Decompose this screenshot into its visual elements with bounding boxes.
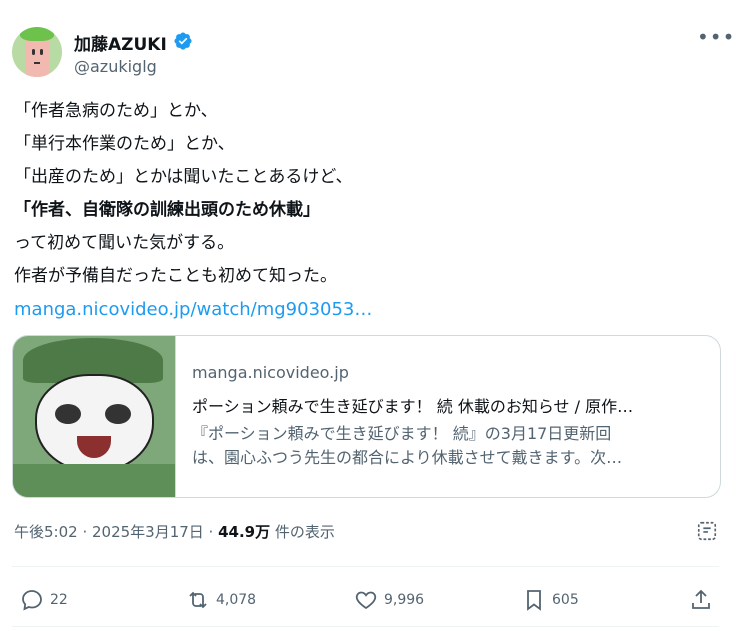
bookmark-count: 605 (552, 592, 579, 608)
thumbnail-mouth (77, 436, 111, 458)
like-count: 9,996 (384, 592, 425, 608)
like-button[interactable]: 9,996 (354, 584, 424, 616)
heart-icon (355, 591, 377, 610)
card-description-line: 『ポーション頼みで生き延びます！ 続』の3月17日更新回 (192, 424, 612, 443)
tweet-line: って初めて聞いた気がする。 (14, 233, 235, 253)
bookmark-icon (527, 590, 541, 611)
tweet-line-bold: 「作者、自衛隊の訓練出頭のため休載」 (14, 200, 320, 220)
share-icon (692, 589, 710, 609)
reply-count: 22 (50, 592, 68, 608)
reply-button[interactable]: 22 (20, 584, 68, 616)
tweet-line: 「出産のため」とかは聞いたことあるけど、 (14, 167, 353, 187)
tweet-actions: 22 4,078 9,996 605 (0, 584, 736, 616)
repost-icon (189, 591, 207, 609)
author-avatar[interactable] (12, 27, 62, 77)
tweet-text: 「作者急病のため」とか、 「単行本作業のため」とか、 「出産のため」とかは聞いた… (14, 95, 714, 326)
tweet-line: 「作者急病のため」とか、 (14, 101, 218, 121)
thumbnail-eye-right (105, 404, 131, 424)
thumbnail-uniform (13, 464, 175, 497)
link-preview-card[interactable]: manga.nicovideo.jp ポーション頼みで生き延びます！ 続 休載の… (12, 335, 721, 498)
avatar-eye-right (40, 49, 43, 55)
view-count-label: 件の表示 (270, 523, 335, 541)
avatar-eye-left (32, 49, 35, 55)
card-description-line: は、園心ふつう先生の都合により休載させて戴きます。次… (192, 448, 623, 467)
repost-button[interactable]: 4,078 (186, 584, 256, 616)
tweet-line: 「単行本作業のため」とか、 (14, 134, 235, 154)
thumbnail-eye-left (55, 404, 81, 424)
avatar-mouth (34, 59, 40, 64)
author-handle[interactable]: @azukiglg (74, 57, 157, 76)
view-count: 44.9万 (218, 523, 271, 541)
card-domain: manga.nicovideo.jp (192, 363, 349, 382)
grok-analyze-icon[interactable] (696, 520, 718, 542)
share-button[interactable] (689, 584, 719, 616)
thumbnail-face (35, 374, 154, 473)
bookmark-button[interactable]: 605 (522, 584, 579, 616)
tweet-metadata: 午後5:02 · 2025年3月17日 · 44.9万 件の表示 (14, 521, 335, 542)
tweet-line: 作者が予備自だったことも初めて知った。 (14, 266, 337, 286)
divider (12, 626, 719, 627)
card-description: 『ポーション頼みで生き延びます！ 続』の3月17日更新回 は、園心ふつう先生の都… (192, 422, 707, 470)
tweet-timestamp[interactable]: 午後5:02 · 2025年3月17日 · (14, 523, 218, 541)
more-options-icon[interactable]: ••• (697, 27, 734, 50)
card-title: ポーション頼みで生き延びます！ 続 休載のお知らせ / 原作… (192, 397, 634, 416)
divider (12, 566, 719, 567)
card-thumbnail[interactable] (13, 336, 176, 497)
repost-count: 4,078 (216, 592, 257, 608)
reply-icon (22, 590, 42, 611)
tweet-link[interactable]: manga.nicovideo.jp/watch/mg903053… (14, 293, 714, 326)
verified-badge-icon[interactable] (173, 31, 193, 51)
author-name[interactable]: 加藤AZUKI (74, 30, 167, 55)
avatar-leaf (20, 27, 54, 41)
